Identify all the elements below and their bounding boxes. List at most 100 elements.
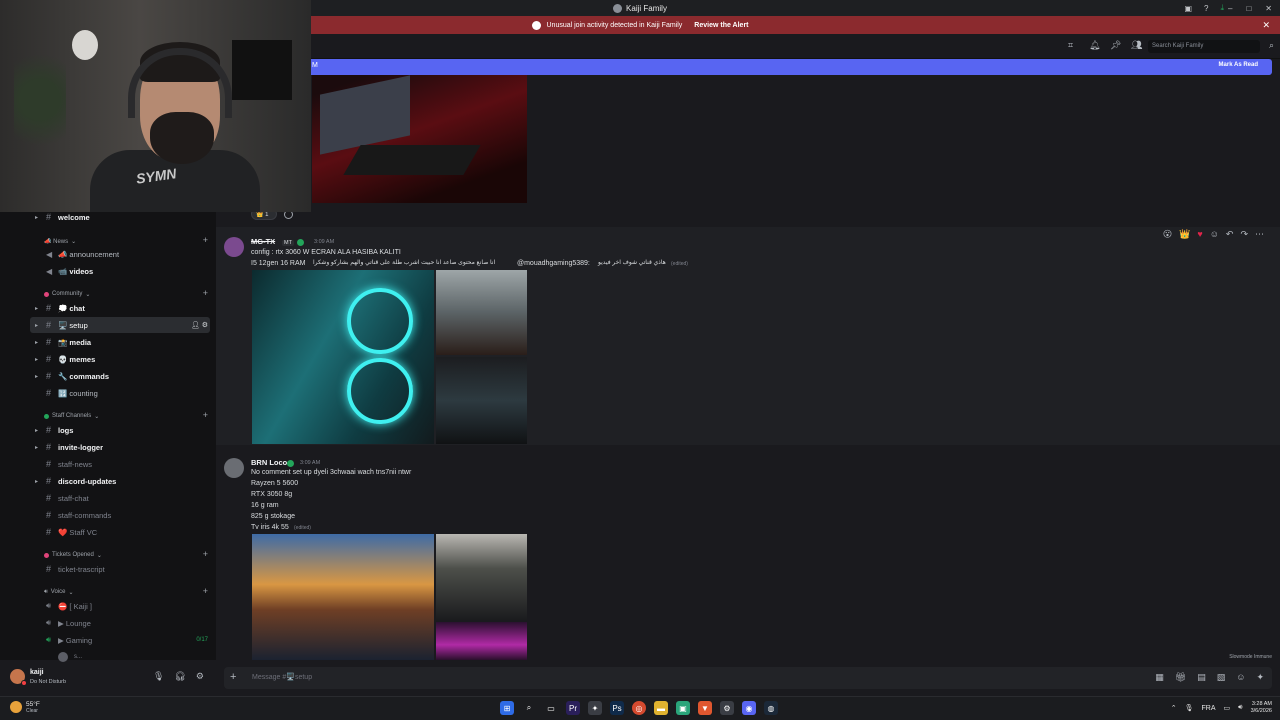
channel-counting[interactable]: # 🔢 counting <box>0 385 216 401</box>
reply-icon[interactable]: ↶ <box>1226 229 1234 240</box>
clock[interactable]: 3:28 AM 3/6/2026 <box>1251 701 1272 715</box>
mark-as-read-button[interactable]: Mark As Read <box>1219 62 1258 68</box>
review-alert-link[interactable]: Review the Alert <box>694 22 748 29</box>
language-indicator[interactable]: FRA <box>1202 705 1216 712</box>
add-channel-icon[interactable]: + <box>203 288 208 298</box>
search-input[interactable]: Search Kaiji Family <box>1148 40 1260 53</box>
volume-icon[interactable]: 🔊︎ <box>1238 704 1242 712</box>
channel-staff-commands[interactable]: # staff-commands <box>0 507 216 523</box>
app-icon-green[interactable]: ▣ <box>676 701 690 715</box>
image-attachment[interactable] <box>436 534 527 620</box>
gift-icon[interactable]: 🎁︎ <box>1175 672 1186 683</box>
message-author[interactable]: BRN Loco <box>251 458 287 467</box>
user-mention[interactable]: @mouadhgaming5389: <box>517 258 590 269</box>
avatar[interactable] <box>224 237 244 257</box>
channel-announcement[interactable]: ◀ 📣 announcement <box>0 246 216 262</box>
channel-discord-updates[interactable]: ▸ # discord-updates <box>0 473 216 489</box>
voice-channel-gaming[interactable]: 🔊︎ ▶ Gaming 0/17 <box>0 632 216 648</box>
inbox-icon[interactable]: ▣ <box>1184 4 1192 13</box>
shield-icon <box>531 20 541 30</box>
channel-memes[interactable]: ▸ # 💀 memes <box>0 351 216 367</box>
channel-videos[interactable]: ◀ 📹 videos <box>0 263 216 279</box>
pin-icon[interactable]: 📌︎ <box>1110 41 1121 50</box>
ticket-icon <box>44 552 49 558</box>
channel-setup[interactable]: ▸ # 🖥️ setup 👤︎ ⚙ <box>30 317 210 333</box>
voice-user[interactable]: s... <box>0 649 216 665</box>
add-channel-icon[interactable]: + <box>203 586 208 596</box>
category-staff[interactable]: Staff Channels ⌄ <box>44 410 99 422</box>
close-alert-icon[interactable]: ✕ <box>1262 20 1270 31</box>
photoshop-icon[interactable]: Ps <box>610 701 624 715</box>
apps-icon[interactable]: ▦ <box>1155 672 1164 683</box>
voice-channel-kaiji[interactable]: 🔊︎ ⛔ [ Kaiji ] <box>0 598 216 614</box>
headset-icon[interactable]: 🎧︎ <box>174 671 185 682</box>
members-icon[interactable]: 👥︎ <box>1131 41 1142 50</box>
brave-icon[interactable]: ▼ <box>698 701 712 715</box>
start-icon[interactable]: ⊞ <box>500 701 514 715</box>
maximize-icon[interactable]: □ <box>1246 4 1251 13</box>
image-attachment[interactable] <box>252 534 434 660</box>
folder-icon[interactable]: ▬ <box>654 701 668 715</box>
voice-channel-lounge[interactable]: 🔊︎ ▶ Lounge <box>0 615 216 631</box>
message-input[interactable]: Message #🖥️setup <box>252 673 312 681</box>
add-reaction-icon[interactable]: ☺ <box>1210 229 1219 240</box>
network-icon[interactable]: ▭ <box>1224 704 1231 712</box>
channel-invite-logger[interactable]: ▸ # invite-logger <box>0 439 216 455</box>
new-messages-bar[interactable]: M Mark As Read <box>216 59 1272 75</box>
task-view-icon[interactable]: ▭ <box>544 701 558 715</box>
steam-icon[interactable]: ◍ <box>764 701 778 715</box>
channel-commands[interactable]: ▸ # 🔧 commands <box>0 368 216 384</box>
image-attachment[interactable] <box>252 270 434 444</box>
more-icon[interactable]: ⋯ <box>1255 229 1264 240</box>
channel-settings-icons[interactable]: 👤︎ ⚙ <box>191 321 208 329</box>
add-channel-icon[interactable]: + <box>203 410 208 420</box>
add-channel-icon[interactable]: + <box>203 235 208 245</box>
close-window-icon[interactable]: ✕ <box>1265 4 1272 13</box>
bell-icon[interactable]: 🔔︎ <box>1089 41 1100 50</box>
channel-staff-chat[interactable]: # staff-chat <box>0 490 216 506</box>
crown-reaction-icon[interactable]: 👑 <box>1179 229 1190 240</box>
category-community[interactable]: Community ⌄ <box>44 288 90 300</box>
discord-taskbar-icon[interactable]: ◉ <box>742 701 756 715</box>
search-icon[interactable]: ⌕ <box>522 701 536 715</box>
gear-icon[interactable]: ⚙ <box>196 671 204 682</box>
activity-icon[interactable]: ✦ <box>1256 672 1264 683</box>
image-attachment[interactable] <box>436 622 527 660</box>
chevron-up-icon[interactable]: ⌃ <box>1171 704 1177 712</box>
heart-reaction-icon[interactable]: ♥ <box>1197 229 1202 240</box>
app-icon[interactable]: ✦ <box>588 701 602 715</box>
sticker-icon[interactable]: ▧ <box>1217 672 1226 683</box>
channel-chat[interactable]: ▸ # 💭 chat <box>0 300 216 316</box>
image-attachment[interactable] <box>312 75 527 203</box>
hash-icon: # <box>46 442 52 452</box>
weather-widget[interactable]: 55°F Clear <box>10 701 40 714</box>
channel-staff-vc[interactable]: # ❤️ Staff VC <box>0 524 216 540</box>
channel-logs[interactable]: ▸ # logs <box>0 422 216 438</box>
emoji-icon[interactable]: ☺ <box>1236 672 1245 683</box>
attach-plus-icon[interactable]: + <box>230 671 236 683</box>
message-author[interactable]: MG-TX <box>251 237 275 246</box>
channel-staff-news[interactable]: # staff-news <box>0 456 216 472</box>
help-icon[interactable]: ? <box>1204 4 1208 13</box>
avatar[interactable] <box>224 458 244 478</box>
category-voice[interactable]: 🔊︎ Voice ⌄ <box>44 586 74 598</box>
image-attachment[interactable] <box>436 357 527 444</box>
chrome-icon[interactable]: ◎ <box>632 701 646 715</box>
microphone-icon[interactable]: 🎙︎ <box>153 671 164 682</box>
message-text: 16 g ram <box>251 502 279 509</box>
settings-icon[interactable]: ⚙ <box>720 701 734 715</box>
image-attachment[interactable] <box>436 270 527 355</box>
premiere-icon[interactable]: Pr <box>566 701 580 715</box>
threads-icon[interactable]: ⌗ <box>1068 41 1077 50</box>
channel-ticket-trascript[interactable]: # ticket-trascript <box>0 561 216 577</box>
forward-icon[interactable]: ↷ <box>1240 229 1248 240</box>
gif-icon[interactable]: ▤ <box>1197 672 1206 683</box>
download-icon[interactable]: ⤓ <box>1220 3 1224 13</box>
message-composer[interactable]: + Message #🖥️setup ▦ 🎁︎ ▤ ▧ ☺ ✦ <box>224 667 1272 689</box>
minimize-icon[interactable]: – <box>1228 4 1232 13</box>
channel-media[interactable]: ▸ # 📸 media <box>0 334 216 350</box>
microphone-icon[interactable]: 🎙︎ <box>1185 704 1194 712</box>
emoji-reaction-icon[interactable]: 😮 <box>1163 229 1172 240</box>
category-tickets[interactable]: Tickets Opened ⌄ <box>44 549 102 561</box>
add-channel-icon[interactable]: + <box>203 549 208 559</box>
